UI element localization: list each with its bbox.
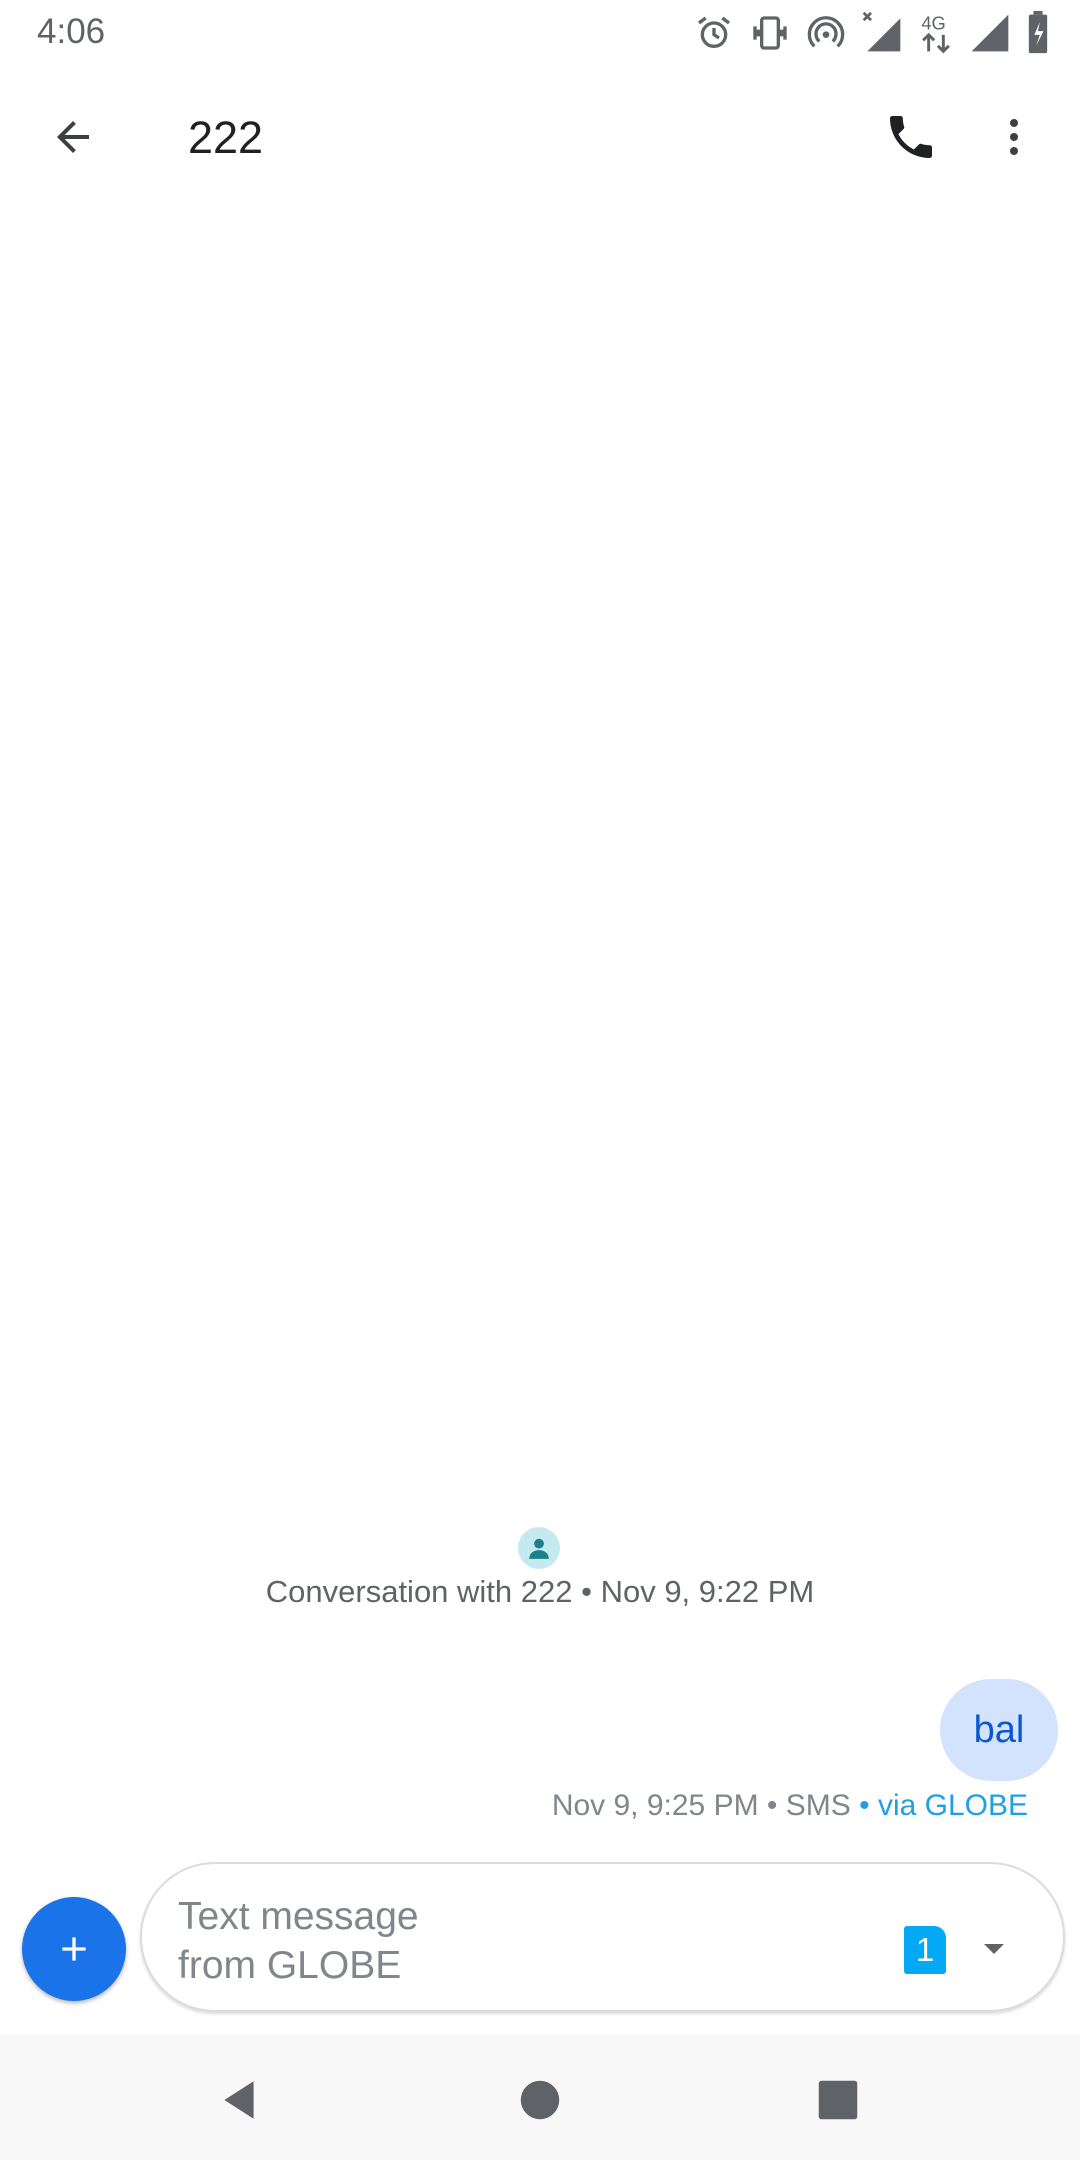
signal-no-data-icon: [862, 11, 901, 52]
compose-box: Text message from GLOBE 1: [140, 1862, 1065, 2012]
nav-recents-button[interactable]: [793, 2055, 883, 2145]
more-options-button[interactable]: [982, 105, 1046, 169]
message-bubble[interactable]: bal: [940, 1679, 1058, 1781]
vibrate-icon: [753, 16, 787, 50]
nav-back-button[interactable]: [194, 2055, 284, 2145]
phone-icon: [890, 116, 932, 158]
status-time: 4:06: [37, 12, 106, 51]
conversation-start-info: Conversation with 222 • Nov 9, 9:22 PM: [265, 1574, 815, 1609]
message-input-placeholder: Text message from GLOBE: [178, 1895, 419, 1987]
call-button[interactable]: [868, 105, 954, 169]
nav-home-button[interactable]: [495, 2055, 585, 2145]
back-button[interactable]: [30, 105, 116, 169]
screen: 4:06 4G 222 Conversation with 222 • Nov …: [0, 0, 1080, 2160]
battery-charging-icon: [1028, 11, 1048, 54]
app-bar: 222: [0, 70, 1080, 200]
nav-back-icon: [224, 2081, 254, 2119]
navigation-bar: [0, 2035, 1080, 2160]
status-bar: 4:06 4G: [0, 0, 1080, 66]
hotspot-icon: [807, 16, 845, 48]
signal-icon: [971, 14, 1009, 52]
message-meta: Nov 9, 9:25 PM • SMS • via GLOBE: [552, 1785, 1028, 1827]
message-carrier: • via GLOBE: [850, 1789, 1028, 1822]
nav-recents-icon: [818, 2080, 858, 2120]
status-icons: 4G: [694, 8, 1050, 58]
conversation-title: 222: [188, 112, 264, 163]
message-input[interactable]: Text message from GLOBE: [178, 1892, 738, 1990]
svg-text:4G: 4G: [921, 12, 945, 33]
sim-selector-button[interactable]: [962, 1916, 1026, 1980]
arrow-drop-down-icon: [984, 1944, 1004, 1954]
attach-button[interactable]: [22, 1897, 126, 2001]
alarm-icon: [698, 16, 730, 49]
nav-home-icon: [520, 2080, 560, 2120]
4g-icon: 4G: [921, 12, 950, 54]
message-timestamp: Nov 9, 9:25 PM • SMS: [551, 1789, 851, 1822]
more-vert-icon: [1010, 119, 1018, 155]
contact-avatar: [518, 1527, 560, 1569]
arrow-back-icon: [57, 121, 89, 153]
plus-icon: [62, 1937, 86, 1961]
sim-badge[interactable]: 1: [904, 1926, 946, 1974]
person-icon: [529, 1538, 549, 1559]
